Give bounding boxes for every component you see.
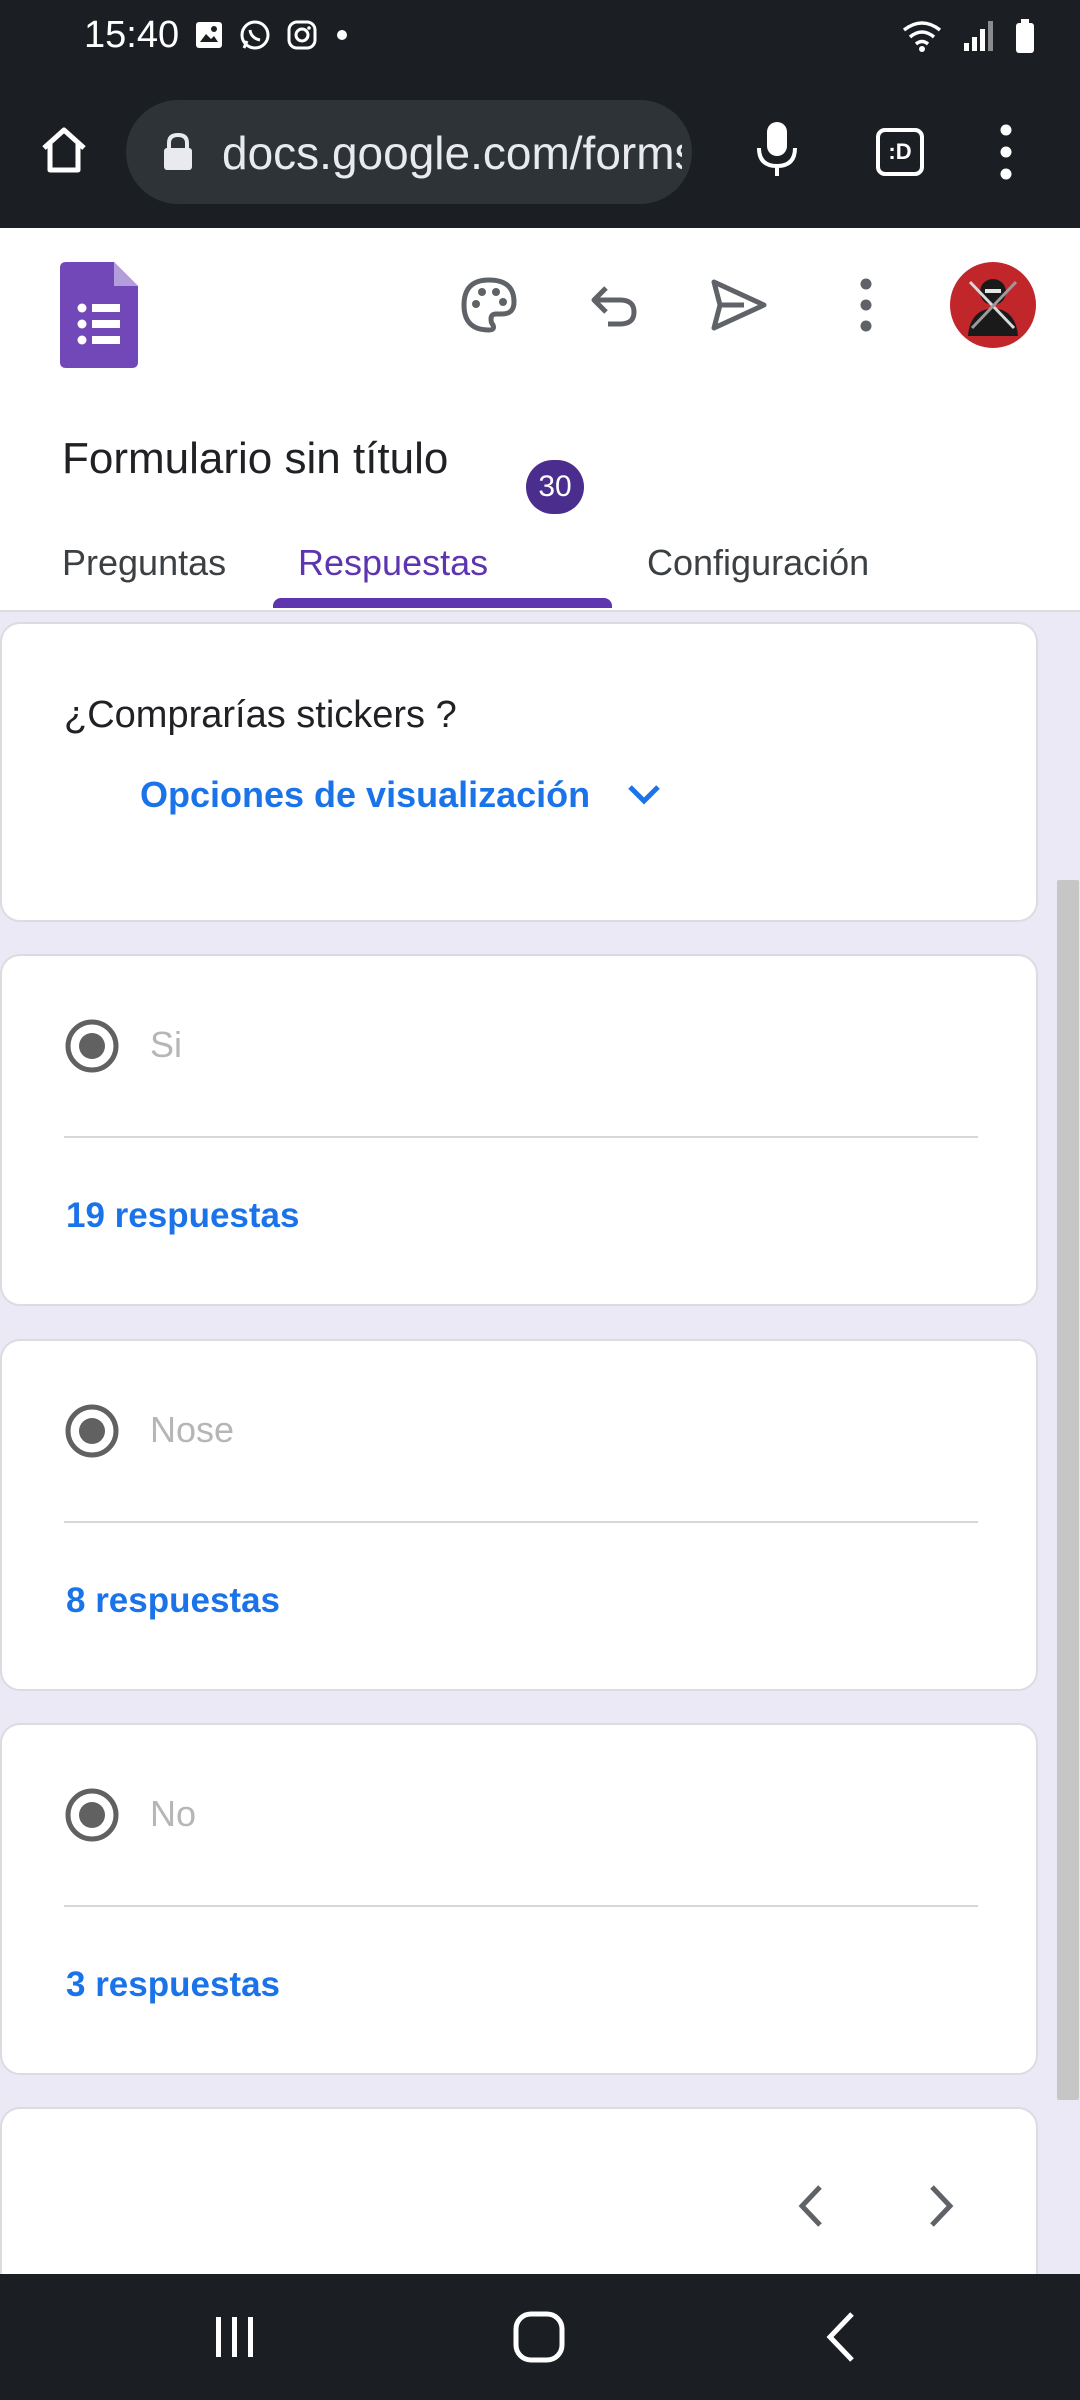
system-nav-bar (0, 2274, 1080, 2400)
kebab-menu-icon[interactable] (992, 120, 1020, 184)
chevron-left-icon[interactable] (792, 2181, 832, 2231)
home-icon[interactable] (36, 122, 92, 178)
option-response-count[interactable]: 3 respuestas (66, 1965, 280, 2005)
option-label: Si (150, 1024, 183, 1065)
battery-icon (1016, 19, 1034, 53)
radio-selected-icon (65, 1404, 119, 1458)
wifi-icon (902, 21, 942, 52)
address-bar[interactable]: docs.google.com/forms (126, 100, 692, 204)
google-forms-logo-icon[interactable] (60, 262, 140, 368)
lock-icon (164, 132, 192, 170)
option-divider (64, 1521, 978, 1523)
browser-toolbar: docs.google.com/forms :D (0, 78, 1080, 228)
chevron-right-icon[interactable] (920, 2181, 960, 2231)
tab-switcher-button[interactable]: :D (876, 128, 924, 176)
question-title: ¿Comprarías stickers ? (64, 694, 457, 736)
tab-preguntas-label: Preguntas (62, 542, 227, 583)
scrollbar-thumb[interactable] (1057, 880, 1079, 2100)
home-button-icon[interactable] (512, 2310, 566, 2364)
undo-icon[interactable] (588, 278, 642, 332)
chevron-down-icon (628, 785, 660, 805)
active-tab-indicator (273, 598, 612, 608)
status-time: 15:40 (84, 14, 180, 56)
dot-icon (337, 30, 347, 40)
instagram-icon (287, 20, 317, 50)
view-options-label: Opciones de visualización (140, 774, 591, 815)
signal-icon (964, 21, 993, 51)
status-notification-icons (194, 18, 352, 52)
tab-configuracion-label: Configuración (647, 542, 870, 583)
option-card: Si 19 respuestas (0, 954, 1038, 1306)
responses-count-badge: 30 (526, 460, 584, 514)
status-bar: 15:40 (0, 0, 1080, 78)
recent-apps-icon[interactable] (210, 2312, 260, 2362)
option-label: Nose (150, 1409, 235, 1450)
send-icon[interactable] (710, 278, 768, 332)
forms-header: Formulario sin título Preguntas Respuest… (0, 228, 1080, 612)
microphone-icon[interactable] (752, 118, 802, 182)
tab-switcher-label: :D (888, 139, 912, 164)
form-title[interactable]: Formulario sin título (62, 434, 448, 484)
more-icon[interactable] (854, 276, 878, 334)
gallery-icon (196, 22, 222, 48)
option-card: Nose 8 respuestas (0, 1339, 1038, 1691)
palette-icon[interactable] (460, 276, 518, 334)
form-tabs: Preguntas Respuestas Configuración (0, 528, 1080, 610)
status-system-icons (900, 18, 1036, 54)
tab-respuestas-label: Respuestas (298, 542, 489, 583)
question-card: ¿Comprarías stickers ? Opciones de visua… (0, 622, 1038, 922)
radio-selected-icon (65, 1019, 119, 1073)
option-response-count[interactable]: 8 respuestas (66, 1581, 280, 1621)
option-label: No (150, 1793, 197, 1834)
whatsapp-icon (240, 20, 270, 50)
url-text: docs.google.com/forms (222, 127, 682, 179)
option-response-count[interactable]: 19 respuestas (66, 1196, 299, 1236)
radio-selected-icon (65, 1788, 119, 1842)
back-icon[interactable] (822, 2310, 862, 2364)
option-divider (64, 1136, 978, 1138)
option-divider (64, 1905, 978, 1907)
avatar[interactable] (950, 262, 1036, 348)
view-options-dropdown[interactable]: Opciones de visualización (140, 774, 662, 816)
option-card: No 3 respuestas (0, 1723, 1038, 2075)
